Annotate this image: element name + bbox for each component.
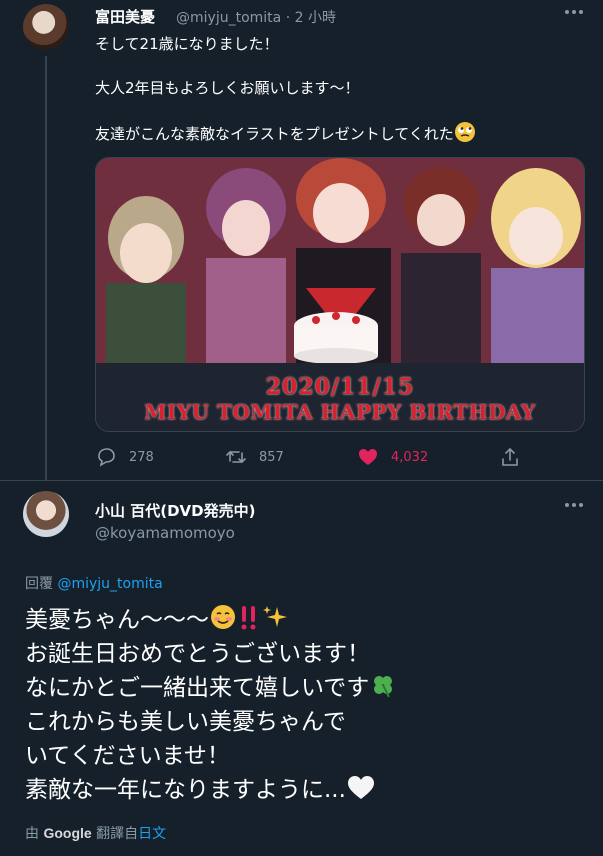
- retweet-icon: [225, 446, 247, 468]
- tweet-line-gap: [95, 55, 585, 77]
- double-exclamation-emoji: [237, 603, 261, 641]
- tweet-miyu: 富田美憂 @miyju_tomita · 2 小時 そして21歳になりました！ …: [0, 0, 603, 481]
- share-icon: [499, 446, 521, 468]
- tweet-line: これからも美しい美憂ちゃんで: [25, 709, 346, 735]
- handle[interactable]: @miyju_tomita: [176, 10, 281, 26]
- tweet-line: そして21歳になりました！: [95, 35, 279, 53]
- tweet-action-bar: 278 857 4,032: [95, 446, 585, 468]
- retweet-count: 857: [259, 449, 284, 465]
- rolling-eyes-emoji: [454, 121, 476, 149]
- tweet-text: そして21歳になりました！ 大人2年目もよろしくお願いします〜！ 友達がこんな素…: [95, 33, 585, 143]
- tweet-koyama-reply: 小山 百代(DVD発売中) @koyamamomoyo 回覆 @miyju_to…: [0, 480, 603, 856]
- like-button[interactable]: 4,032: [357, 446, 428, 468]
- google-logo-text: Google: [43, 825, 92, 841]
- tweet-line: いてくださいませ！: [25, 743, 230, 769]
- avatar-miyu[interactable]: [23, 4, 69, 50]
- translate-language-link[interactable]: 日文: [138, 826, 166, 842]
- display-name[interactable]: 富田美憂: [95, 6, 155, 27]
- tweet-text: 美憂ちゃん〜〜〜 お誕生日おめでとうございます！ なにかとご一緒出来て嬉しいです…: [25, 603, 585, 807]
- tweet-line: なにかとご一緒出来て嬉しいです: [25, 675, 370, 701]
- thread-connector-line: [45, 56, 47, 481]
- translate-middle: 翻譯自: [96, 826, 139, 842]
- replying-to: 回覆 @miyju_tomita: [25, 573, 163, 593]
- more-icon[interactable]: [563, 498, 585, 516]
- tweet-image-birthday-illustration[interactable]: 2020/11/15 MIYU TOMITA HAPPY BIRTHDAY: [95, 157, 585, 432]
- more-icon[interactable]: [563, 5, 585, 23]
- tweet-line: 美憂ちゃん〜〜〜: [25, 607, 209, 633]
- tweet-line-with-emoji: 美憂ちゃん〜〜〜: [25, 603, 585, 637]
- blushing-smile-emoji: [209, 603, 237, 641]
- handle-and-time[interactable]: @miyju_tomita · 2 小時: [176, 7, 336, 27]
- display-name[interactable]: 小山 百代(DVD発売中): [95, 500, 255, 521]
- retweet-button[interactable]: 857: [225, 446, 284, 468]
- tweet-line: 大人2年目もよろしくお願いします〜！: [95, 79, 360, 97]
- tweet-line: 素敵な一年になりますように...: [25, 777, 346, 803]
- tweet-line-gap: [95, 99, 585, 121]
- avatar-koyama[interactable]: [23, 491, 69, 537]
- reply-count: 278: [129, 449, 154, 465]
- image-caption-date: 2020/11/15: [265, 374, 415, 400]
- handle[interactable]: @koyamamomoyo: [95, 524, 235, 542]
- tweet-line-with-emoji: 素敵な一年になりますように...: [25, 773, 585, 807]
- image-caption-name: MIYU TOMITA HAPPY BIRTHDAY: [144, 400, 536, 424]
- reply-button[interactable]: 278: [95, 446, 154, 468]
- tweet-line-with-emoji: 友達がこんな素敵なイラストをプレゼントしてくれた: [95, 121, 585, 143]
- translation-attribution: 由 Google 翻譯自日文: [25, 823, 166, 843]
- sparkles-emoji: [261, 603, 289, 641]
- reply-target-link[interactable]: @miyju_tomita: [57, 576, 162, 592]
- tweet-line-with-emoji: なにかとご一緒出来て嬉しいです: [25, 671, 585, 705]
- four-leaf-clover-emoji: [369, 671, 397, 709]
- share-button[interactable]: [499, 446, 533, 468]
- reply-icon: [95, 446, 117, 468]
- translate-prefix: 由: [25, 826, 39, 842]
- timestamp[interactable]: · 2 小時: [286, 10, 336, 26]
- tweet-line: 友達がこんな素敵なイラストをプレゼントしてくれた: [95, 125, 454, 143]
- white-heart-emoji: [346, 773, 376, 811]
- tweet-line: お誕生日おめでとうございます！: [25, 641, 370, 667]
- like-heart-icon: [357, 446, 379, 468]
- like-count: 4,032: [391, 449, 429, 465]
- reply-label: 回覆: [25, 576, 53, 592]
